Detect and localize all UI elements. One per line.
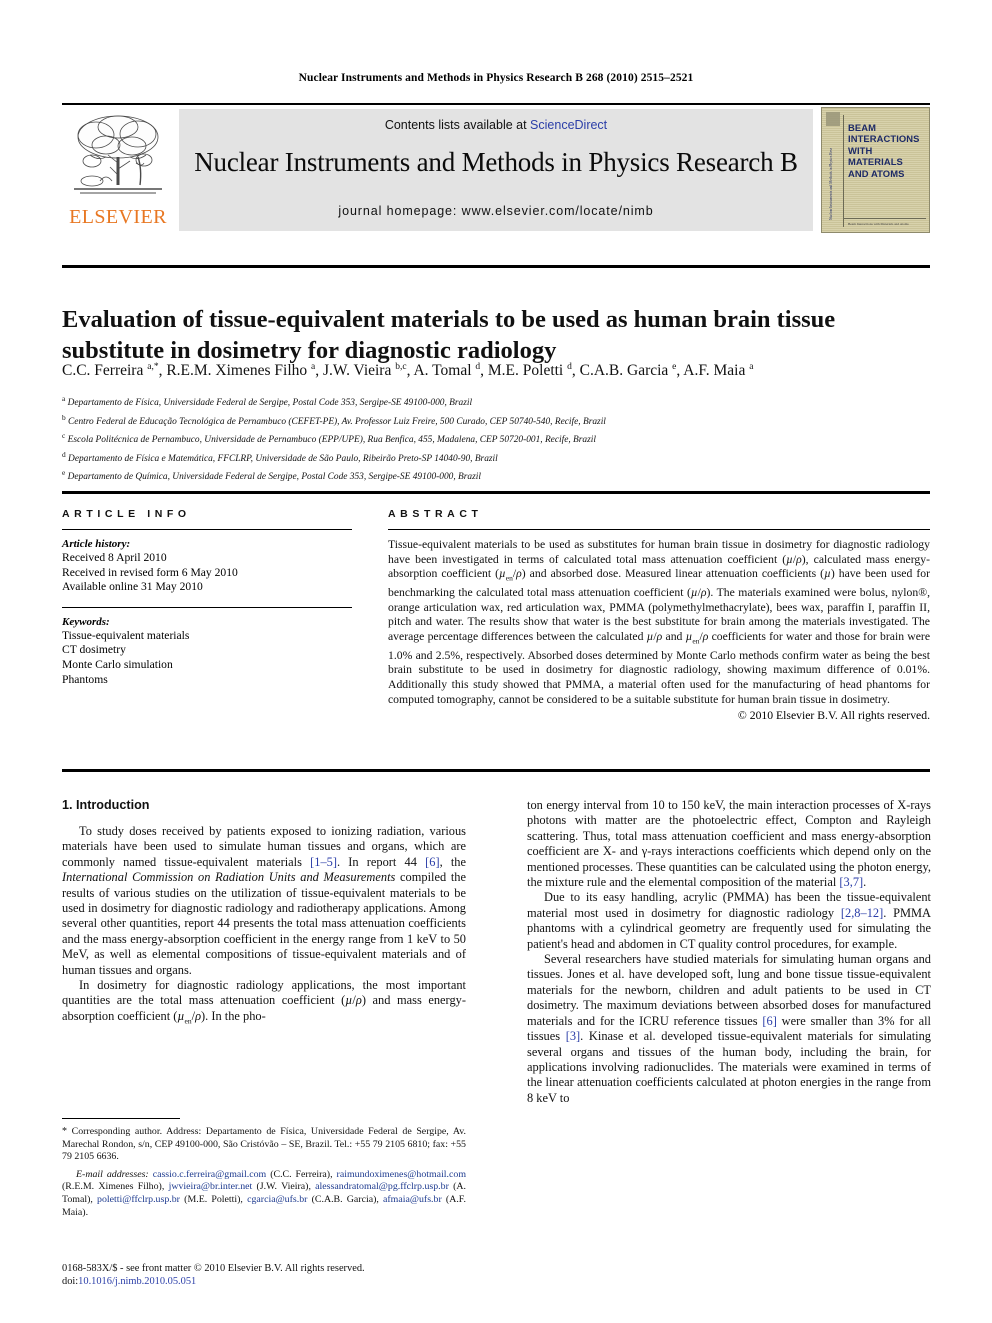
cover-publisher-mark: [826, 112, 840, 126]
article-info-block: ARTICLE INFO Article history: Received 8…: [62, 508, 352, 687]
footnote-rule: [62, 1118, 180, 1119]
elsevier-tree-icon: [74, 115, 162, 194]
cover-spine-text: Nuclear Instruments and Methods in Physi…: [829, 148, 833, 220]
intro-paragraph-left-0: To study doses received by patients expo…: [62, 824, 466, 977]
abstract-rule: [388, 529, 930, 530]
cover-title: BEAM INTERACTIONS WITH MATERIALS AND ATOMS: [848, 122, 928, 179]
journal-cover-thumbnail[interactable]: Nuclear Instruments and Methods in Physi…: [821, 107, 930, 233]
sciencedirect-link[interactable]: ScienceDirect: [530, 118, 607, 132]
article-info-rule-1: [62, 529, 352, 530]
left-paragraphs: To study doses received by patients expo…: [62, 824, 466, 1029]
abstract-text: Tissue-equivalent materials to be used a…: [388, 538, 931, 706]
cover-title-line-1: INTERACTIONS: [848, 133, 920, 145]
keyword-item-3: Phantoms: [62, 672, 108, 686]
contents-prefix: Contents lists available at: [384, 118, 531, 132]
article-page: Nuclear Instruments and Methods in Physi…: [0, 0, 992, 1323]
cover-title-line-3: MATERIALS: [848, 156, 903, 168]
body-top-rule: [62, 769, 930, 772]
affiliation-e: e Departamento de Química, Universidade …: [62, 468, 481, 483]
cover-title-line-4: AND ATOMS: [848, 167, 905, 179]
right-paragraphs: ton energy interval from 10 to 150 keV, …: [527, 798, 931, 1106]
body-column-left: 1. Introduction To study doses received …: [62, 798, 466, 1029]
journal-title: Nuclear Instruments and Methods in Physi…: [194, 147, 798, 177]
page-footer: 0168-583X/$ - see front matter © 2010 El…: [62, 1262, 482, 1289]
masthead-top-rule: [62, 103, 930, 105]
keywords-heading: Keywords:: [62, 615, 110, 628]
section-heading-introduction: 1. Introduction: [62, 798, 150, 812]
email-addresses-note: E-mail addresses: cassio.c.ferreira@gmai…: [62, 1168, 467, 1218]
history-item-2: Available online 31 May 2010: [62, 580, 203, 594]
affiliation-list: a Departamento de Física, Universidade F…: [62, 392, 930, 485]
author-list: C.C. Ferreira a,*, R.E.M. Ximenes Filho …: [62, 362, 754, 380]
abstract-block: ABSTRACT Tissue-equivalent materials to …: [388, 508, 930, 722]
abstract-copyright: © 2010 Elsevier B.V. All rights reserved…: [737, 709, 930, 723]
issn-front-matter: 0168-583X/$ - see front matter © 2010 El…: [62, 1263, 365, 1274]
article-history-list: Received 8 April 2010 Received in revised…: [62, 551, 352, 595]
footnote-block: * Corresponding author. Address: Departa…: [62, 1118, 466, 1219]
intro-paragraph-right-1: Due to its easy handling, acrylic (PMMA)…: [527, 890, 931, 951]
cover-divider-line: [843, 115, 844, 227]
intro-paragraph-right-2: Several researchers have studied materia…: [527, 952, 931, 1105]
cover-foot-rule: [844, 218, 926, 219]
elsevier-wordmark: ELSEVIER: [69, 206, 167, 228]
cover-title-line-2: WITH: [848, 144, 873, 156]
affiliation-d: d Departamento de Física e Matemática, F…: [62, 449, 498, 464]
journal-band: Contents lists available at ScienceDirec…: [179, 109, 813, 231]
cover-title-line-0: BEAM: [848, 122, 877, 133]
history-item-1: Received in revised form 6 May 2010: [62, 565, 238, 579]
journal-homepage[interactable]: journal homepage: www.elsevier.com/locat…: [179, 204, 813, 218]
affiliation-a: a Departamento de Física, Universidade F…: [62, 394, 473, 409]
abstract-label: ABSTRACT: [388, 508, 483, 520]
info-block-top-rule: [62, 491, 930, 494]
keywords-list: Tissue-equivalent materials CT dosimetry M…: [62, 629, 352, 687]
affiliation-b: b Centro Federal de Educação Tecnológica…: [62, 412, 606, 427]
elsevier-logo[interactable]: ELSEVIER: [64, 109, 172, 231]
corresponding-author-note: * Corresponding author. Address: Departa…: [62, 1126, 466, 1163]
doi-line: doi:10.1016/j.nimb.2010.05.051: [62, 1275, 482, 1288]
cover-foot-text: Beam Interactions with Materials and Ato…: [848, 222, 909, 227]
doi-prefix: doi:: [62, 1276, 79, 1288]
intro-paragraph-right-0: ton energy interval from 10 to 150 keV, …: [527, 798, 931, 890]
running-head: Nuclear Instruments and Methods in Physi…: [298, 72, 694, 84]
title-block-top-rule: [62, 265, 930, 268]
contents-available-line: Contents lists available at ScienceDirec…: [179, 118, 813, 132]
keyword-item-0: Tissue-equivalent materials: [62, 628, 190, 642]
history-item-0: Received 8 April 2010: [62, 551, 167, 564]
keyword-item-2: Monte Carlo simulation: [62, 657, 173, 671]
doi-link[interactable]: 10.1016/j.nimb.2010.05.051: [78, 1276, 196, 1287]
keyword-item-1: CT dosimetry: [62, 643, 126, 657]
body-column-right: ton energy interval from 10 to 150 keV, …: [527, 798, 931, 1106]
article-history-heading: Article history:: [62, 538, 131, 550]
article-info-rule-2: [62, 606, 352, 608]
article-info-label: ARTICLE INFO: [62, 508, 191, 520]
intro-paragraph-left-1: In dosimetry for diagnostic radiology ap…: [62, 978, 466, 1026]
journal-masthead: ELSEVIER Contents lists available at Sci…: [62, 103, 930, 233]
affiliation-c: c Escola Politécnica de Pernambuco, Univ…: [62, 431, 596, 446]
